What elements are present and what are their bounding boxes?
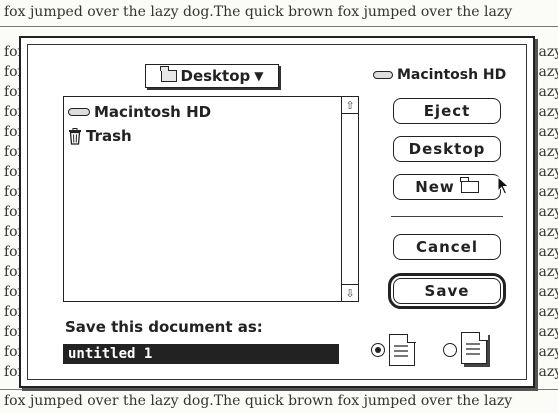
document-fragment-left: fox bbox=[4, 304, 20, 320]
document-icon bbox=[389, 333, 416, 366]
document-fragment-left: fox bbox=[4, 44, 20, 60]
hard-disk-icon bbox=[373, 71, 393, 79]
document-fragment-left: fox bbox=[4, 344, 20, 360]
list-item[interactable]: Macintosh HD bbox=[68, 101, 211, 123]
scroll-down-arrow[interactable]: ⇩ bbox=[342, 284, 358, 301]
stationery-format-radio[interactable] bbox=[443, 343, 457, 357]
document-fragment-right: lazy bbox=[534, 284, 558, 300]
document-text-line: fox jumped over the lazy dog.The quick b… bbox=[4, 4, 513, 20]
folder-popup-menu[interactable]: Desktop ▼ bbox=[145, 64, 279, 88]
volume-label: Macintosh HD bbox=[397, 67, 507, 83]
folder-icon bbox=[460, 177, 479, 193]
document-fragment-right: lazy bbox=[534, 224, 558, 240]
document-format-radio[interactable] bbox=[371, 343, 385, 357]
filename-input[interactable] bbox=[63, 344, 339, 364]
cancel-button[interactable]: Cancel bbox=[393, 234, 501, 260]
document-fragment-left: fox bbox=[4, 364, 20, 380]
document-fragment-left: fox bbox=[4, 124, 20, 140]
document-fragment-right: lazy bbox=[534, 184, 558, 200]
list-item-label: Trash bbox=[86, 127, 132, 145]
document-fragment-left: fox bbox=[4, 164, 20, 180]
file-list[interactable]: Macintosh HD Trash ⇧ ⇩ bbox=[63, 96, 359, 302]
current-volume: Macintosh HD bbox=[373, 67, 506, 83]
document-rule bbox=[0, 26, 558, 27]
document-fragment-right: lazy bbox=[534, 84, 558, 100]
document-fragment-left: fox bbox=[4, 104, 20, 120]
save-button[interactable]: Save bbox=[388, 273, 506, 309]
trash-icon bbox=[69, 127, 81, 145]
document-fragment-left: fox bbox=[4, 84, 20, 100]
document-fragment-right: lazy bbox=[534, 324, 558, 340]
document-fragment-right: lazy bbox=[534, 364, 558, 380]
document-fragment-left: fox bbox=[4, 224, 20, 240]
document-fragment-right: lazy bbox=[534, 124, 558, 140]
save-prompt-label: Save this document as: bbox=[65, 318, 263, 336]
list-item-label: Macintosh HD bbox=[94, 103, 212, 121]
list-item[interactable]: Trash bbox=[68, 125, 132, 147]
folder-icon bbox=[160, 66, 177, 82]
document-fragment-right: lazy bbox=[534, 304, 558, 320]
folder-popup-label: Desktop bbox=[180, 67, 251, 85]
eject-button[interactable]: Eject bbox=[393, 98, 501, 124]
vertical-scrollbar[interactable]: ⇧ ⇩ bbox=[341, 97, 358, 301]
stationery-icon bbox=[461, 331, 488, 364]
document-fragment-right: lazy bbox=[534, 64, 558, 80]
desktop-button[interactable]: Desktop bbox=[393, 136, 501, 162]
document-fragment-right: lazy bbox=[534, 204, 558, 220]
eject-button-label: Eject bbox=[423, 102, 471, 120]
cancel-button-label: Cancel bbox=[415, 238, 478, 256]
chevron-down-icon: ▼ bbox=[254, 69, 264, 83]
document-fragment-right: lazy bbox=[534, 244, 558, 260]
document-fragment-left: fox bbox=[4, 284, 20, 300]
document-fragment-right: lazy bbox=[534, 44, 558, 60]
document-rule bbox=[0, 389, 558, 390]
document-fragment-left: fox bbox=[4, 144, 20, 160]
document-fragment-left: fox bbox=[4, 244, 20, 260]
document-fragment-right: lazy bbox=[534, 164, 558, 180]
document-fragment-right: lazy bbox=[534, 104, 558, 120]
new-folder-button[interactable]: New bbox=[393, 174, 501, 200]
document-fragment-right: lazy bbox=[534, 344, 558, 360]
save-button-label: Save bbox=[424, 282, 470, 300]
document-fragment-left: fox bbox=[4, 184, 20, 200]
document-fragment-right: lazy bbox=[534, 264, 558, 280]
document-fragment-left: fox bbox=[4, 204, 20, 220]
new-folder-button-label: New bbox=[415, 178, 455, 196]
desktop-button-label: Desktop bbox=[408, 140, 486, 158]
mouse-pointer-icon bbox=[497, 176, 510, 195]
document-fragment-left: fox bbox=[4, 264, 20, 280]
document-text-line: fox jumped over the lazy dog.The quick b… bbox=[4, 393, 513, 409]
save-dialog: Desktop ▼ Macintosh HD Macintosh HD Tras… bbox=[19, 36, 535, 388]
document-fragment-left: fox bbox=[4, 64, 20, 80]
button-separator bbox=[391, 216, 503, 217]
hard-disk-icon bbox=[68, 108, 90, 116]
scroll-up-arrow[interactable]: ⇧ bbox=[342, 97, 358, 114]
document-fragment-left: fox bbox=[4, 324, 20, 340]
document-fragment-right: lazy bbox=[534, 144, 558, 160]
